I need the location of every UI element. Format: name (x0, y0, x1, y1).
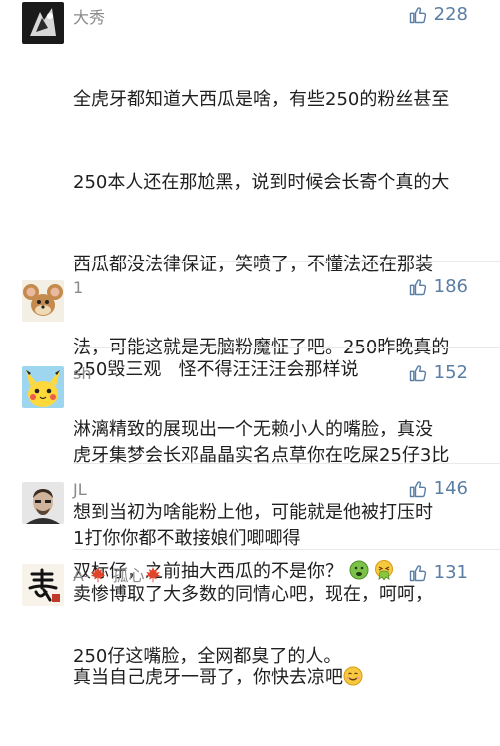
like-count: 131 (433, 562, 468, 583)
man-portrait-avatar-icon (22, 482, 64, 524)
comment-item: 大秀 228 全虎牙都知道大西瓜是啥，有些250的粉丝甚至 250本人还在那尬黑… (0, 0, 500, 688)
user-avatar[interactable] (22, 482, 64, 524)
dark-character-avatar-icon (22, 2, 64, 44)
pikachu-avatar-icon (22, 366, 64, 408)
like-button[interactable]: 146 (408, 478, 468, 499)
like-count: 186 (433, 276, 468, 297)
like-count: 228 (433, 4, 468, 25)
user-avatar[interactable] (22, 2, 64, 44)
user-avatar[interactable] (22, 366, 64, 408)
comment-item: A- 孤心 131 250仔这嘴脸，全网都臭了的人。 (0, 550, 500, 667)
username-prefix: A- (73, 566, 90, 585)
like-count: 152 (433, 362, 468, 383)
user-avatar[interactable] (22, 280, 64, 322)
like-button[interactable]: 228 (408, 4, 468, 25)
username[interactable]: A- 孤心 (73, 562, 162, 586)
thumbs-up-icon (409, 6, 426, 23)
like-count: 146 (433, 478, 468, 499)
username[interactable]: sh (73, 364, 91, 383)
maple-leaf-icon (91, 566, 106, 583)
comment-line: 250本人还在那尬黑，说到时候会长寄个真的大 (73, 171, 450, 193)
username[interactable]: JL (73, 480, 87, 499)
thumbs-up-icon (409, 364, 426, 381)
comment-item: sh 152 虎牙集梦会长邓晶晶实名点草你在吃屎25仔3比 1打你你都不敢接娘们… (0, 348, 500, 549)
username[interactable]: 大秀 (73, 4, 105, 28)
thumbs-up-icon (409, 480, 426, 497)
comment-item: JL 146 双标仔，之前抽大西瓜的不是你？ (0, 464, 500, 582)
comment-item: 1 186 250毁三观 怪不得汪汪汪会那样说 (0, 262, 500, 380)
comment-text: 250仔这嘴脸，全网都臭了的人。 (73, 588, 483, 726)
username-middle: 孤心 (112, 566, 145, 585)
comment-line: 全虎牙都知道大西瓜是啥，有些250的粉丝甚至 (73, 89, 450, 110)
comment-list: 大秀 228 全虎牙都知道大西瓜是啥，有些250的粉丝甚至 250本人还在那尬黑… (0, 0, 500, 688)
calligraphy-jun-avatar-icon (22, 564, 64, 606)
username[interactable]: 1 (73, 278, 83, 297)
cartoon-mouse-avatar-icon (22, 280, 64, 322)
maple-leaf-icon (146, 566, 161, 583)
like-button[interactable]: 131 (408, 562, 468, 583)
comment-line: 250仔这嘴脸，全网都臭了的人。 (73, 646, 342, 667)
like-button[interactable]: 186 (408, 276, 468, 297)
thumbs-up-icon (409, 278, 426, 295)
like-button[interactable]: 152 (408, 362, 468, 383)
user-avatar[interactable] (22, 564, 64, 606)
thumbs-up-icon (409, 564, 426, 581)
